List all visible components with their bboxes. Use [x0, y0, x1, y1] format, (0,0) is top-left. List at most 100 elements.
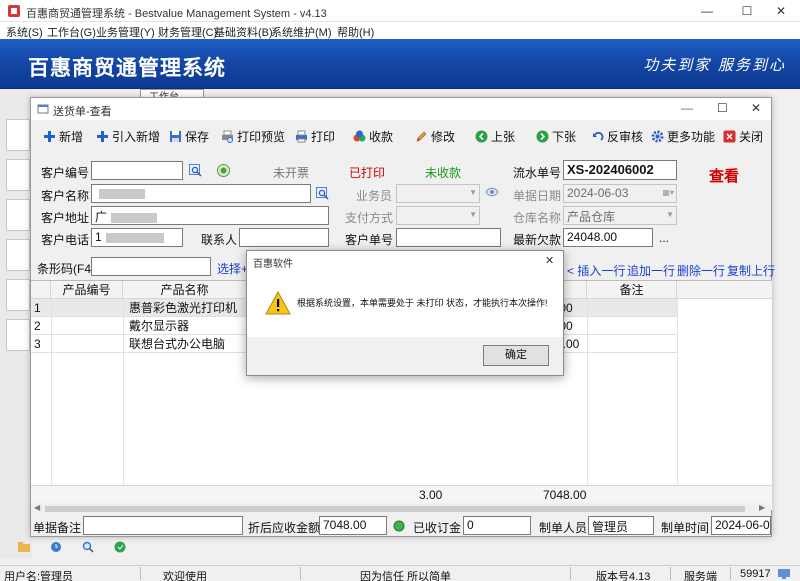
warehouse-label: 仓库名称 — [513, 211, 562, 225]
date-field[interactable]: 2024-06-03 ▦▾ — [563, 184, 677, 203]
nav-item[interactable] — [6, 239, 30, 271]
menu-bar: 系统(S) 工作台(G) 业务管理(Y) 财务管理(C) 基础资料(B) 系统维… — [0, 22, 800, 39]
previous-button[interactable]: 上张 — [475, 127, 515, 145]
nav-item[interactable] — [6, 279, 30, 311]
product-name-cell[interactable]: 联想台式办公电脑 — [129, 335, 225, 353]
close-button[interactable]: ✕ — [758, 0, 800, 22]
clock-icon[interactable] — [50, 541, 62, 553]
new-button[interactable]: 新增 — [43, 127, 83, 145]
make-time-field[interactable]: 2024-06-03 — [711, 516, 771, 535]
discount-amount-field[interactable]: 7048.00 — [319, 516, 387, 535]
warning-dialog-titlebar: 百惠软件 ✕ — [247, 251, 563, 271]
grid-total-row: 3.00 7048.00 — [31, 485, 772, 503]
warehouse-select[interactable]: 产品仓库 ▼ — [563, 206, 677, 225]
bottom-shortcuts — [0, 535, 140, 565]
menu-basic-data[interactable]: 基础资料(B) — [214, 24, 273, 40]
print-label: 打印 — [311, 129, 336, 144]
append-row-link[interactable]: 追加一行 — [627, 262, 675, 279]
customer-code-field[interactable] — [91, 161, 183, 180]
customer-order-field[interactable] — [396, 228, 501, 247]
nav-item[interactable] — [6, 119, 30, 151]
print-preview-icon — [221, 130, 234, 143]
next-button[interactable]: 下张 — [536, 127, 576, 145]
menu-help[interactable]: 帮助(H) — [337, 24, 374, 40]
salesperson-label: 业务员 — [356, 189, 393, 203]
search-icon[interactable] — [82, 541, 94, 553]
barcode-input[interactable] — [91, 257, 211, 276]
search-icon[interactable] — [316, 187, 329, 200]
search-icon[interactable] — [189, 164, 202, 177]
more-functions-button[interactable]: 更多功能 — [651, 127, 715, 145]
warning-dialog-close-button[interactable]: ✕ — [545, 254, 554, 267]
receive-label: 收款 — [369, 129, 394, 144]
remark-field[interactable] — [83, 516, 243, 535]
nav-item[interactable] — [6, 319, 30, 351]
product-name-cell[interactable]: 戴尔显示器 — [129, 317, 189, 335]
view-mode-stamp: 查看 — [709, 167, 740, 185]
print-preview-button[interactable]: 打印预览 — [221, 127, 285, 145]
status-version: 版本号4.13 — [596, 571, 651, 581]
scroll-right-icon[interactable]: ▶ — [759, 503, 765, 512]
refresh-icon[interactable] — [114, 541, 126, 553]
salesperson-select[interactable]: ▼ — [396, 184, 480, 203]
customer-phone-field[interactable]: 1 — [91, 228, 183, 247]
dialog-close-button[interactable]: ✕ — [751, 101, 761, 115]
dialog-minimize-button[interactable]: — — [681, 101, 693, 115]
chevron-down-icon: ▼ — [469, 188, 477, 197]
menu-business[interactable]: 业务管理(Y) — [96, 24, 155, 40]
nav-item[interactable] — [6, 159, 30, 191]
balance-field[interactable]: 24048.00 — [563, 228, 653, 247]
dialog-maximize-button[interactable]: ☐ — [717, 101, 728, 115]
grid-header-code[interactable]: 产品编号 — [51, 281, 123, 299]
scroll-thumb[interactable] — [45, 506, 745, 512]
dialog-titlebar: 送货单-查看 — ☐ ✕ — [31, 98, 771, 120]
maker-field[interactable]: 管理员 — [588, 516, 654, 535]
print-preview-label: 打印预览 — [237, 129, 286, 144]
folder-icon[interactable] — [18, 541, 30, 553]
unaudit-button[interactable]: 反审核 — [591, 127, 643, 145]
network-icon — [778, 569, 790, 579]
menu-finance[interactable]: 财务管理(C) — [158, 24, 217, 40]
status-welcome: 欢迎使用 — [163, 571, 207, 581]
customer-address-value: 广 — [95, 210, 108, 224]
grid-divider — [51, 299, 52, 504]
delete-row-link[interactable]: 删除一行 — [677, 262, 725, 279]
nav-item[interactable] — [6, 199, 30, 231]
close-dialog-button[interactable]: 关闭 — [723, 127, 763, 145]
menu-maintenance[interactable]: 系统维护(M) — [271, 24, 332, 40]
deposit-label: 已收订金 — [413, 521, 462, 535]
ok-button[interactable]: 确定 — [483, 345, 549, 366]
contact-field[interactable] — [239, 228, 329, 247]
edit-button[interactable]: 修改 — [415, 127, 455, 145]
close-icon — [723, 130, 736, 143]
grid-header-name[interactable]: 产品名称 — [123, 281, 247, 299]
select-product-link[interactable]: 选择+ — [217, 260, 248, 277]
redacted-text — [105, 232, 164, 243]
warning-dialog-body: 根据系统设置，本单需要处于 未打印 状态，才能执行本次操作! — [247, 271, 563, 337]
menu-workbench[interactable]: 工作台(G) — [47, 24, 96, 40]
customer-address-field[interactable]: 广 — [91, 206, 329, 225]
undo-icon — [591, 130, 604, 143]
payment-method-select[interactable]: ▼ — [396, 206, 480, 225]
serial-field[interactable]: XS-202406002 — [563, 160, 677, 180]
menu-system[interactable]: 系统(S) — [6, 24, 43, 40]
copy-row-link[interactable]: 复制上行 — [727, 262, 775, 279]
scroll-left-icon[interactable]: ◀ — [34, 503, 40, 512]
print-button[interactable]: 打印 — [295, 127, 335, 145]
plus-icon — [96, 130, 109, 143]
eye-icon[interactable] — [485, 186, 499, 198]
grid-header-remark[interactable]: 备注 — [587, 281, 677, 299]
date-label: 单据日期 — [513, 189, 562, 203]
customer-name-field[interactable] — [91, 184, 311, 203]
insert-row-link[interactable]: < 插入一行 — [567, 262, 625, 279]
barcode-label: 条形码(F4) — [37, 262, 95, 276]
balance-more-button[interactable]: ... — [659, 231, 669, 245]
import-new-button[interactable]: 引入新增 — [96, 127, 160, 145]
deposit-field[interactable]: 0 — [463, 516, 531, 535]
receive-payment-button[interactable]: 收款 — [353, 127, 393, 145]
save-button[interactable]: 保存 — [169, 127, 209, 145]
total-amount: 7048.00 — [543, 488, 587, 502]
customer-info-icon[interactable] — [217, 164, 230, 177]
order-header-form: 客户编号 未开票 已打印 未收款 流水单号 XS-202406002 查看 客户… — [31, 154, 771, 254]
product-name-cell[interactable]: 惠普彩色激光打印机 — [129, 299, 237, 317]
